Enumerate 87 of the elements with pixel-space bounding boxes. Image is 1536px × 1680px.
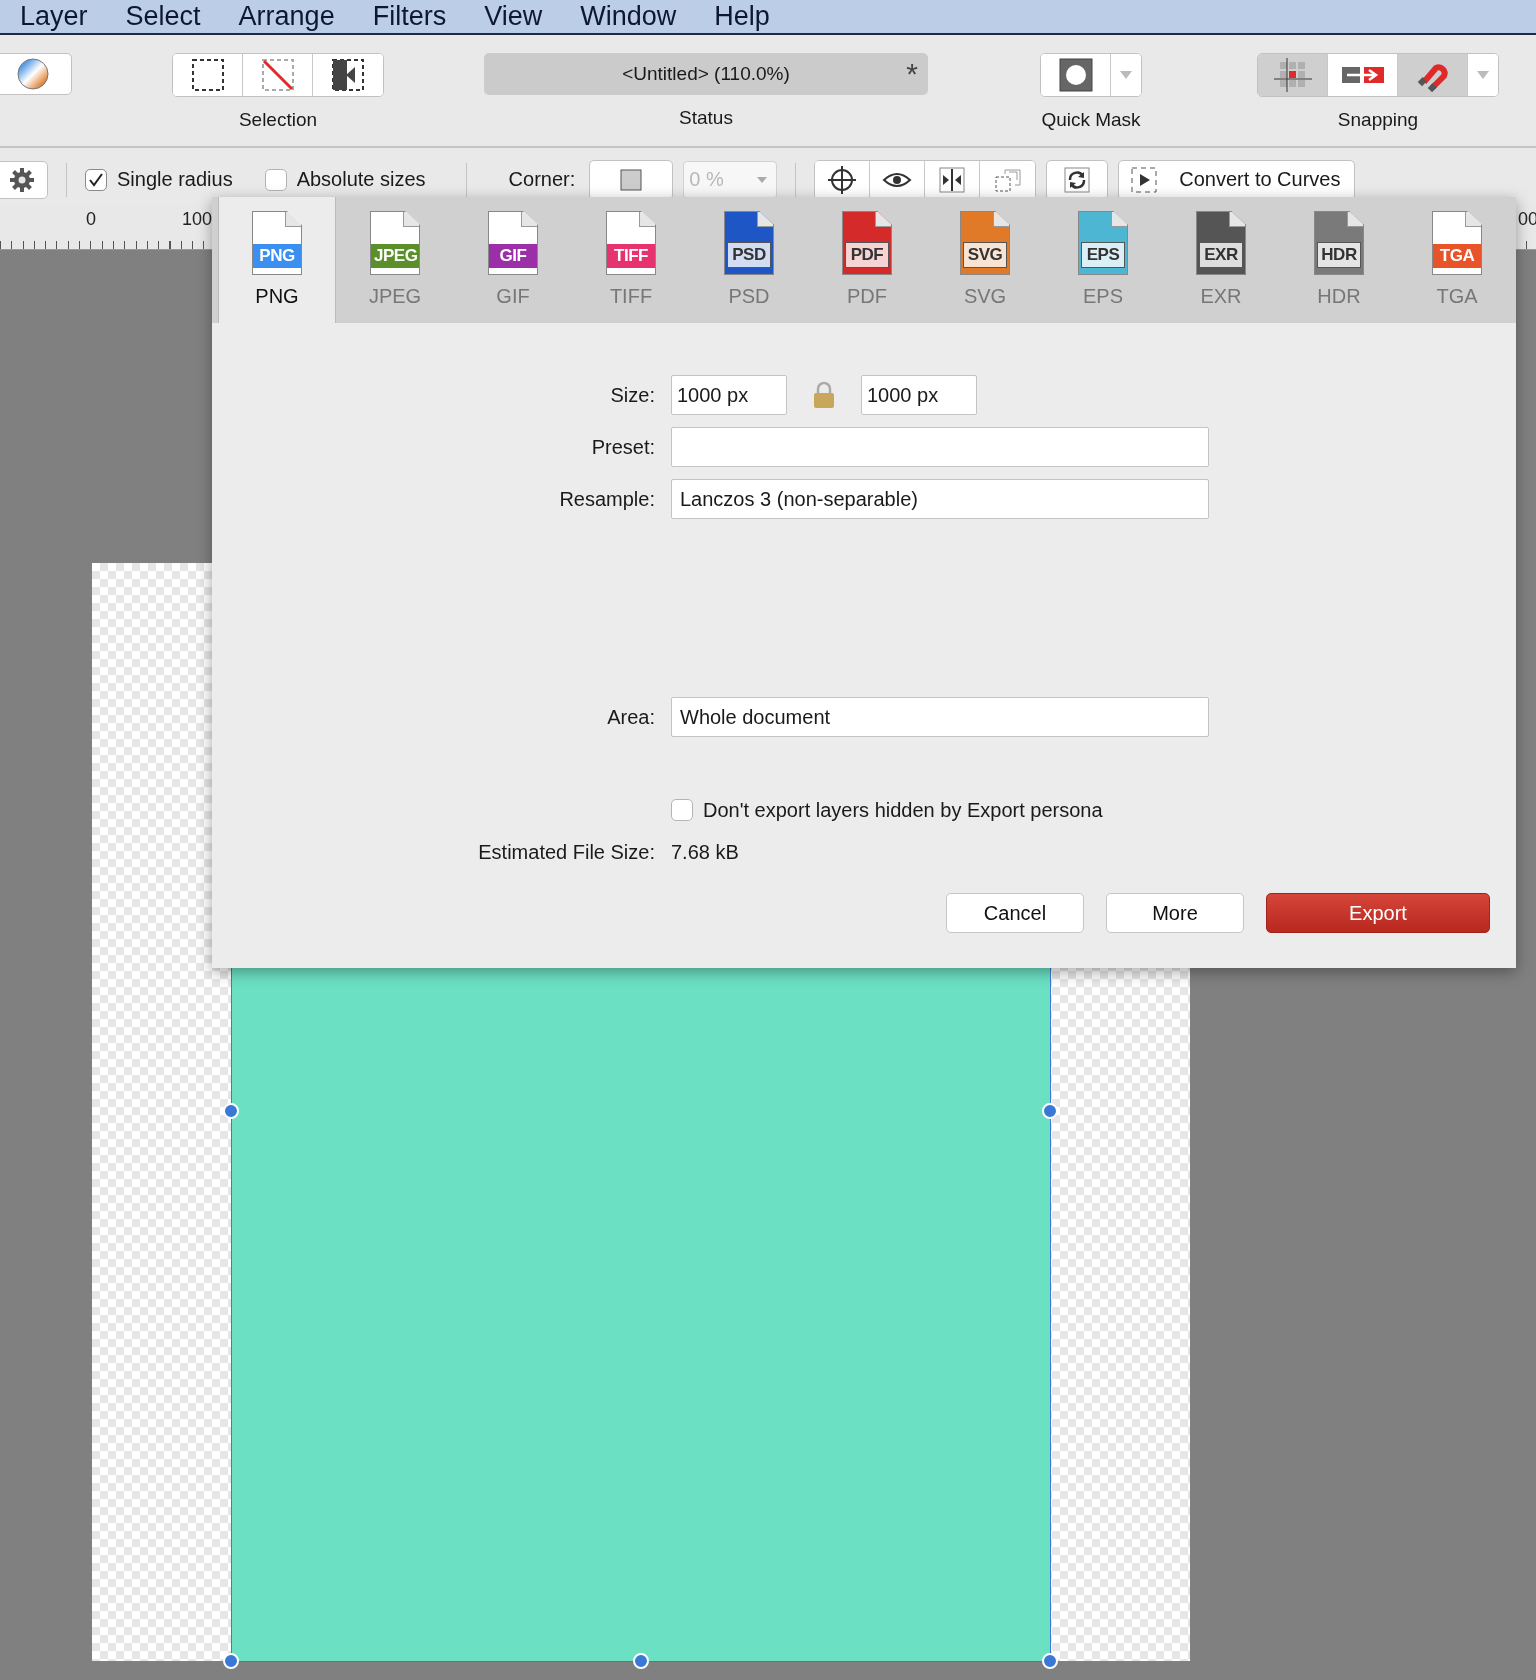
field-label: Size: <box>609 383 655 407</box>
preset-field[interactable] <box>671 427 1209 467</box>
group-label: Selection <box>238 109 318 131</box>
flip-icon <box>937 164 968 195</box>
field-label: Area: <box>606 705 655 729</box>
settings-icon <box>9 166 35 193</box>
convert-to-curves-button[interactable]: Convert to Curves <box>1118 159 1356 200</box>
menu-item[interactable]: Filters <box>372 1 447 32</box>
file-size-value: 7.68 kB <box>671 840 739 864</box>
dashed-rectangle-icon <box>190 58 225 92</box>
quick-mask-button[interactable] <box>1041 54 1111 96</box>
caret-icon <box>1476 70 1490 80</box>
checkbox-label: Absolute sizes <box>296 168 426 191</box>
file-icon: SVG <box>960 211 1010 275</box>
caret-icon <box>756 175 769 184</box>
file-icon: GIF <box>488 211 538 275</box>
file-icon: TIFF <box>606 211 656 275</box>
checkbox-label: Single radius <box>117 168 233 191</box>
corner-type-button[interactable] <box>589 159 674 200</box>
width-field[interactable]: 1000 px <box>671 375 787 415</box>
crosshair-button[interactable] <box>815 160 871 199</box>
file-icon: PDF <box>842 211 892 275</box>
corner-label: Corner: <box>508 168 576 191</box>
checkbox[interactable] <box>671 799 693 821</box>
square-corner-icon <box>620 168 643 191</box>
checkbox-label: Don't export layers hidden by Export persona <box>703 798 1103 822</box>
format-tab[interactable]: HDR HDR <box>1280 197 1398 323</box>
document-title: <Untitled> (110.0%) <box>622 63 790 85</box>
align-arrow-icon <box>1340 64 1385 86</box>
dialog-button[interactable]: Cancel <box>946 893 1084 933</box>
snapping-button[interactable] <box>1258 54 1328 96</box>
menu-item[interactable]: Window <box>580 1 677 32</box>
crosshair-icon <box>827 164 858 195</box>
menu-item[interactable]: Help <box>714 1 770 32</box>
format-tab[interactable]: PNG PNG <box>218 197 336 323</box>
resample-field[interactable]: Lanczos 3 (non-separable) <box>671 479 1209 519</box>
play-box-icon <box>1129 164 1160 195</box>
settings-button[interactable] <box>0 160 48 199</box>
file-icon: JPEG <box>370 211 420 275</box>
modified-mark: * <box>906 57 918 91</box>
grid-icon <box>1273 58 1312 92</box>
menu-item[interactable]: Arrange <box>238 1 335 32</box>
field-label: Preset: <box>590 435 655 459</box>
format-tab[interactable]: EXR EXR <box>1162 197 1280 323</box>
color-button[interactable] <box>0 53 72 95</box>
mask-icon <box>1058 58 1093 92</box>
selection-handle[interactable] <box>1042 1653 1058 1669</box>
rectangle-selection-button[interactable] <box>173 54 243 96</box>
gradient-circle-icon <box>16 57 50 91</box>
field-label: Resample: <box>558 487 655 511</box>
checkbox[interactable] <box>85 168 107 191</box>
menu-item[interactable]: View <box>484 1 543 32</box>
ruler-label: 100 <box>182 209 213 230</box>
height-field[interactable]: 1000 px <box>861 375 977 415</box>
file-icon: PSD <box>724 211 774 275</box>
file-icon: EPS <box>1078 211 1128 275</box>
group-label: Status <box>679 107 733 129</box>
format-tab[interactable]: PSD PSD <box>690 197 808 323</box>
format-tab[interactable]: TIFF TIFF <box>572 197 690 323</box>
format-tab[interactable]: PDF PDF <box>808 197 926 323</box>
selection-handle[interactable] <box>633 1653 649 1669</box>
menu-item[interactable]: Select <box>125 1 201 32</box>
file-icon: EXR <box>1196 211 1246 275</box>
rotate-icon <box>1062 164 1093 195</box>
format-tab[interactable]: SVG SVG <box>926 197 1044 323</box>
deselect-icon <box>260 58 295 92</box>
invert-selection-icon <box>331 58 365 92</box>
file-icon: PNG <box>252 211 302 275</box>
export-button[interactable]: Export <box>1266 893 1490 933</box>
checkbox[interactable] <box>264 168 287 191</box>
field-label: Estimated File Size: <box>477 840 655 864</box>
format-tab[interactable]: JPEG JPEG <box>336 197 454 323</box>
group-label: Quick Mask <box>1041 109 1141 131</box>
selection-handle[interactable] <box>223 1653 239 1669</box>
snapping-button[interactable] <box>1398 54 1468 96</box>
area-field[interactable]: Whole document <box>671 697 1209 737</box>
file-icon: HDR <box>1314 211 1364 275</box>
ruler-label: 0 <box>86 209 96 230</box>
rotate-button[interactable] <box>1046 159 1109 200</box>
caret-icon <box>1119 70 1133 80</box>
dialog-button[interactable]: More <box>1106 893 1244 933</box>
file-icon: TGA <box>1432 211 1482 275</box>
menu-item[interactable]: Layer <box>20 1 88 32</box>
format-tab[interactable]: GIF GIF <box>454 197 572 323</box>
format-tab[interactable]: EPS EPS <box>1044 197 1162 323</box>
group-label: Snapping <box>1337 109 1419 131</box>
format-tab[interactable]: TGA TGA <box>1398 197 1516 323</box>
